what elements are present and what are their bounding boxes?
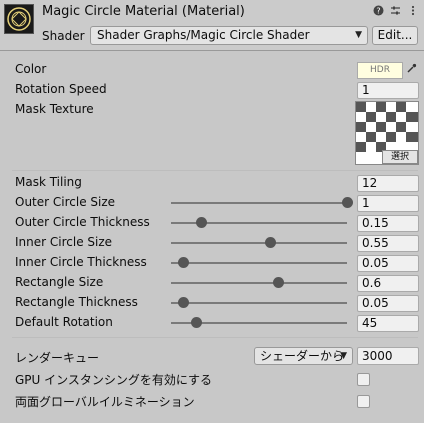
slider-label: Rectangle Thickness <box>15 295 138 309</box>
render-queue-mode: シェーダーから <box>260 349 345 363</box>
gpu-instancing-checkbox[interactable] <box>357 373 370 386</box>
section-divider <box>12 337 418 338</box>
slider-thumb[interactable] <box>178 257 190 268</box>
chevron-down-icon: ▼ <box>340 351 347 361</box>
render-queue-field[interactable]: 3000 <box>357 347 419 365</box>
shader-label: Shader <box>42 29 85 43</box>
rotation-speed-label: Rotation Speed <box>15 82 107 96</box>
help-icon[interactable]: ? <box>373 5 384 17</box>
slider-thumb[interactable] <box>190 317 202 328</box>
slider-value-field[interactable]: 1 <box>357 195 419 212</box>
slider-track[interactable] <box>171 217 347 228</box>
eyedropper-icon[interactable] <box>404 62 419 79</box>
texture-select-button[interactable]: 選択 <box>382 150 418 164</box>
slider-track[interactable] <box>171 277 347 288</box>
slider-thumb[interactable] <box>342 197 353 208</box>
slider-track[interactable] <box>171 317 347 328</box>
slider-thumb[interactable] <box>273 277 285 288</box>
slider-value-field[interactable]: 0.15 <box>357 215 419 232</box>
slider-label: Outer Circle Size <box>15 195 116 209</box>
rotation-speed-field[interactable]: 1 <box>357 82 419 99</box>
slider-track[interactable] <box>171 297 347 308</box>
preset-icon[interactable] <box>390 5 401 17</box>
mask-texture-label: Mask Texture <box>15 102 94 116</box>
double-sided-gi-label: 両面グローバルイルミネーション <box>15 395 195 409</box>
slider-track[interactable] <box>171 237 347 248</box>
material-preview-icon <box>4 4 34 34</box>
slider-thumb[interactable] <box>178 297 190 308</box>
slider-value-field[interactable]: 45 <box>357 315 419 332</box>
color-label: Color <box>15 62 47 76</box>
slider-thumb[interactable] <box>264 237 276 248</box>
slider-label: Inner Circle Thickness <box>15 255 147 269</box>
slider-value-field[interactable]: 0.55 <box>357 235 419 252</box>
double-sided-gi-checkbox[interactable] <box>357 395 370 408</box>
chevron-down-icon: ▼ <box>355 30 362 40</box>
inspector-header: Magic Circle Material (Material) ? Shade… <box>0 0 424 51</box>
mask-tiling-label: Mask Tiling <box>15 175 82 189</box>
section-divider <box>12 170 418 171</box>
slider-label: Inner Circle Size <box>15 235 113 249</box>
shader-dropdown-value: Shader Graphs/Magic Circle Shader <box>97 28 310 42</box>
mask-texture-thumbnail[interactable]: 選択 <box>355 101 419 165</box>
render-queue-dropdown[interactable]: シェーダーから ▼ <box>254 347 353 365</box>
render-queue-label: レンダーキュー <box>15 351 100 365</box>
slider-value-field[interactable]: 0.05 <box>357 295 419 312</box>
slider-label: Outer Circle Thickness <box>15 215 150 229</box>
svg-text:?: ? <box>376 7 380 16</box>
slider-thumb[interactable] <box>195 217 207 228</box>
material-title: Magic Circle Material (Material) <box>42 4 245 19</box>
slider-label: Default Rotation <box>15 315 113 329</box>
color-swatch[interactable]: HDR <box>357 62 403 79</box>
slider-label: Rectangle Size <box>15 275 104 289</box>
slider-value-field[interactable]: 0.05 <box>357 255 419 272</box>
slider-track[interactable] <box>171 197 353 208</box>
slider-value-field[interactable]: 0.6 <box>357 275 419 292</box>
shader-dropdown[interactable]: Shader Graphs/Magic Circle Shader ▼ <box>90 26 368 45</box>
edit-shader-button[interactable]: Edit... <box>372 26 418 45</box>
more-icon[interactable] <box>407 5 418 17</box>
mask-tiling-field[interactable]: 12 <box>357 175 419 192</box>
slider-track[interactable] <box>171 257 347 268</box>
gpu-instancing-label: GPU インスタンシングを有効にする <box>15 373 213 387</box>
